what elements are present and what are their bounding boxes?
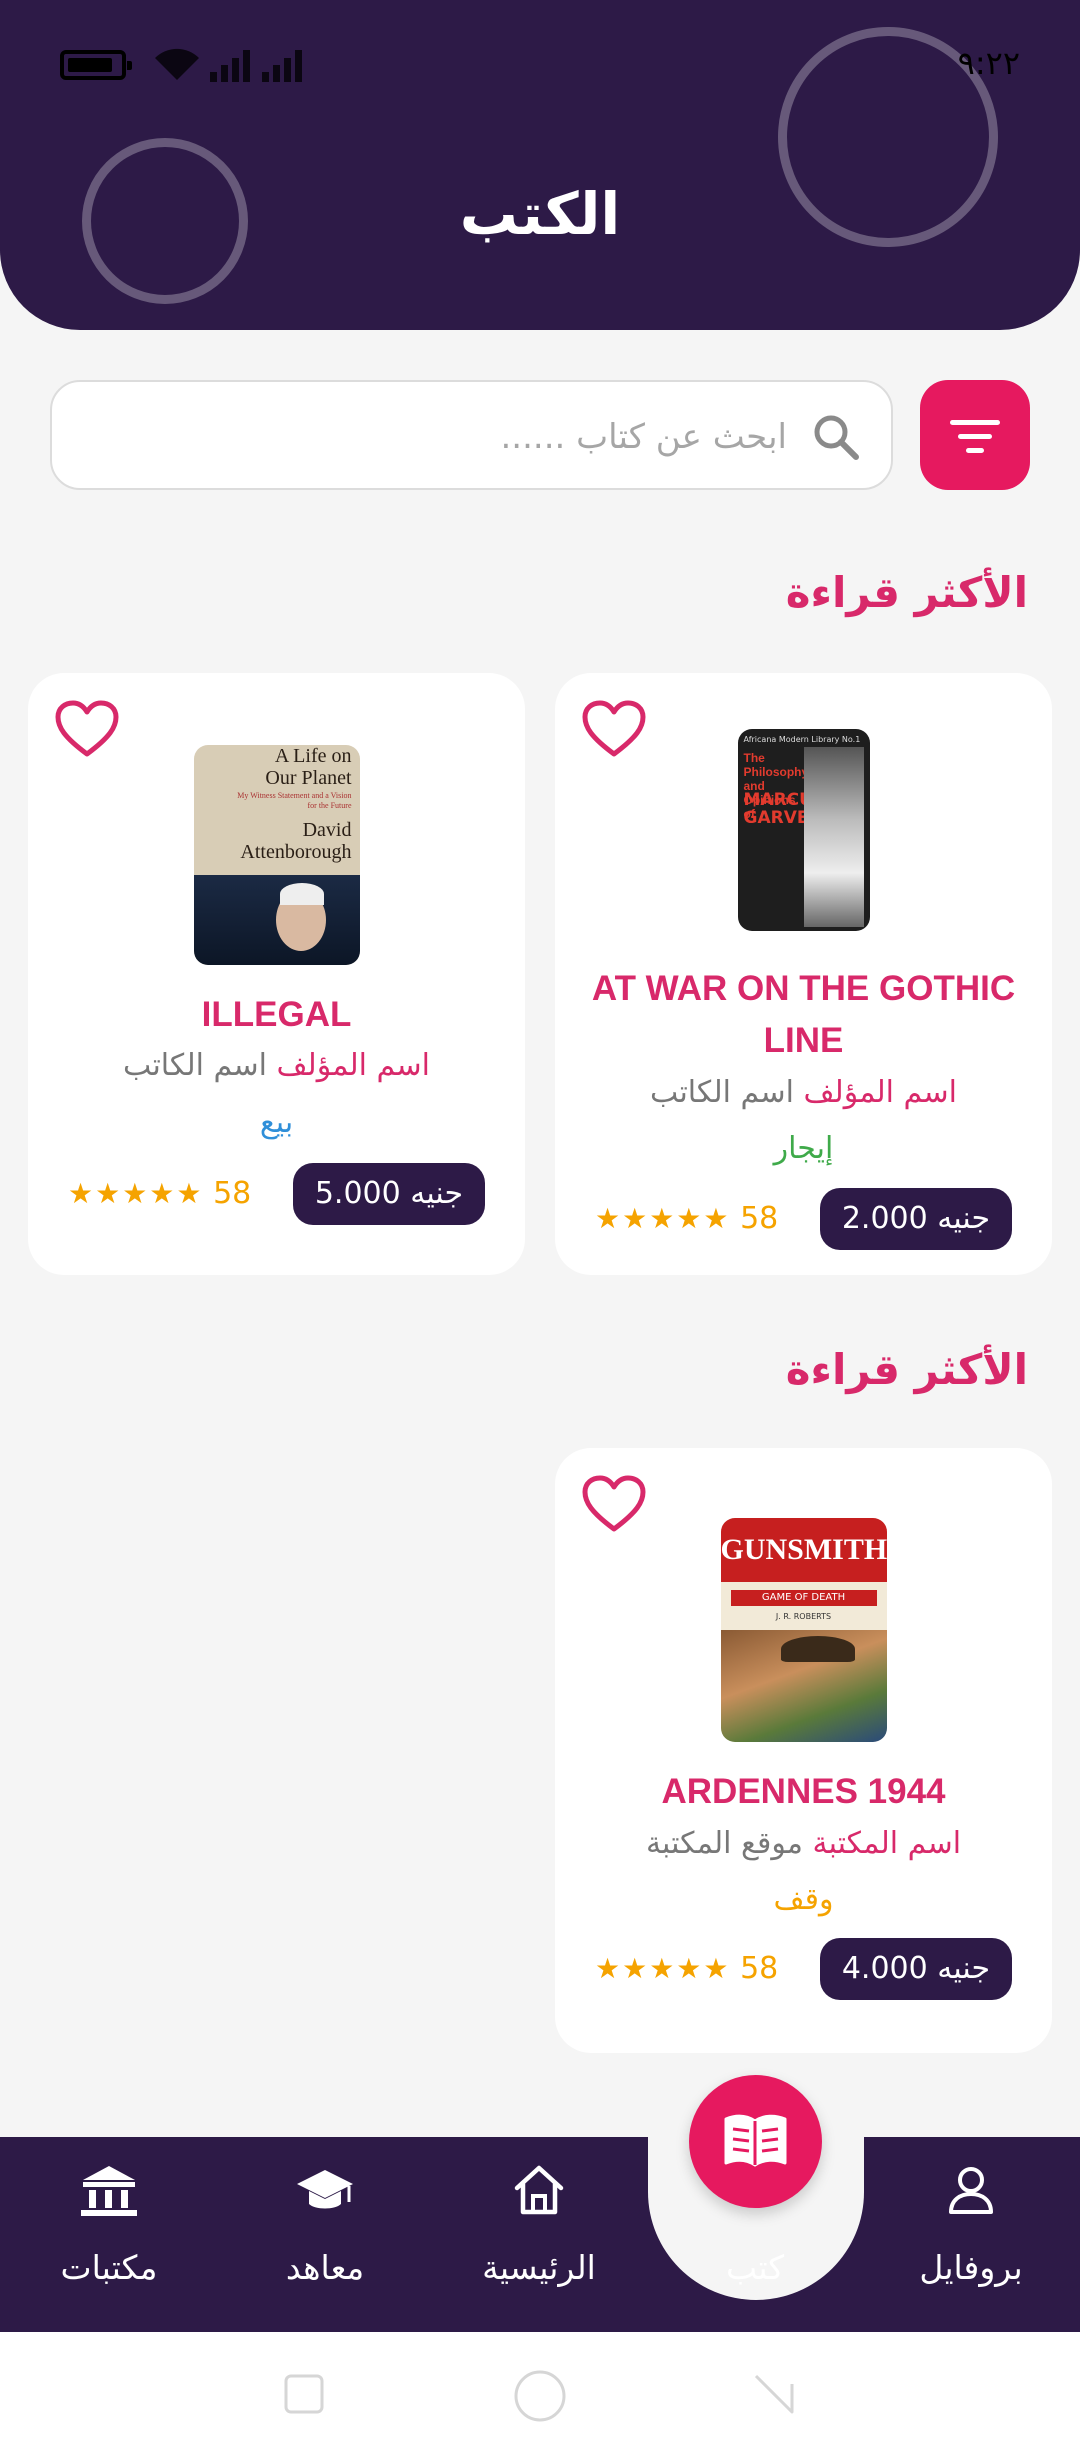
nav-label: كتب: [725, 2248, 785, 2287]
open-book-icon: [724, 2114, 787, 2167]
book-meta: اسم المكتبة موقع المكتبة: [565, 1826, 1042, 1861]
book-cover-image: Africana Modern Library No.1 The Philoso…: [737, 729, 870, 931]
rating: ★★★★★ 58: [595, 1938, 778, 2000]
rating: ★★★★★ 58: [68, 1163, 251, 1225]
price-badge: جنيه 2.000: [819, 1188, 1012, 1250]
deal-type: بيع: [259, 1105, 294, 1140]
rating-count: 58: [740, 1201, 779, 1236]
star-icons: ★★★★★: [595, 1202, 731, 1235]
book-cover-image: GUNSMITH GAME OF DEATH J. R. ROBERTS: [720, 1518, 887, 1742]
cover-portrait: [803, 747, 864, 927]
cover-photo: [193, 875, 360, 965]
star-icons: ★★★★★: [595, 1952, 731, 1985]
nav-spacer: [725, 2172, 785, 2220]
author-label: اسم المؤلف: [803, 1075, 958, 1110]
wifi-icon: [155, 48, 199, 80]
cover-text: David Attenborough: [240, 819, 351, 863]
nav-label: مكتبات: [60, 2248, 158, 2287]
search-input[interactable]: ابحث عن كتاب ......: [50, 380, 893, 490]
deal-type: وقف: [773, 1882, 834, 1917]
deal-type: إيجار: [773, 1131, 834, 1166]
status-time: ٩:٢٢: [957, 44, 1020, 82]
author-label: اسم المؤلف: [276, 1048, 431, 1083]
book-card[interactable]: Africana Modern Library No.1 The Philoso…: [555, 673, 1052, 1275]
cover-text: Attenborough: [240, 841, 352, 863]
cover-text: GAME OF DEATH: [730, 1590, 877, 1606]
filter-button[interactable]: [920, 380, 1030, 490]
nav-label: بروفايل: [919, 2248, 1023, 2287]
nav-item-libraries[interactable]: مكتبات: [14, 2160, 204, 2287]
page-title: الكتب: [459, 180, 621, 248]
book-card[interactable]: A Life on Our Planet My Witness Statemen…: [28, 673, 525, 1275]
book-title: AT WAR ON THE GOTHIC LINE: [591, 969, 1016, 1060]
signal-icon: [262, 48, 312, 82]
graduation-cap-icon: [297, 2170, 353, 2209]
section-title: الأكثر قراءة: [785, 1345, 1028, 1394]
battery-icon: [60, 50, 132, 80]
status-bar: ٩:٢٢: [60, 44, 1020, 84]
cover-text: Our Planet: [265, 767, 352, 789]
cover-text: A Life on Our Planet: [265, 745, 351, 789]
book-cover-image: A Life on Our Planet My Witness Statemen…: [193, 745, 360, 965]
cover-text: GUNSMITH: [720, 1518, 887, 1582]
star-icons: ★★★★★: [68, 1177, 204, 1210]
cover-text: A Life on: [274, 745, 352, 767]
author-name: اسم الكاتب: [122, 1048, 267, 1083]
book-meta: اسم المؤلف اسم الكاتب: [38, 1048, 515, 1083]
book-card[interactable]: GUNSMITH GAME OF DEATH J. R. ROBERTS ARD…: [555, 1448, 1052, 2053]
rating-count: 58: [740, 1951, 779, 1986]
cover-text: Africana Modern Library No.1: [743, 735, 861, 744]
price-badge: جنيه 5.000: [292, 1163, 485, 1225]
book-title: ILLEGAL: [201, 995, 352, 1034]
favorite-heart-icon[interactable]: [54, 699, 120, 759]
nav-item-home[interactable]: الرئيسية: [444, 2160, 634, 2287]
nav-label: الرئيسية: [482, 2248, 596, 2287]
bank-building-icon: [81, 2166, 137, 2216]
cover-text: MARCUS GARVEY: [743, 790, 826, 828]
library-label: اسم المكتبة: [812, 1826, 962, 1861]
nav-label: معاهد: [285, 2248, 365, 2287]
back-icon[interactable]: [752, 2372, 796, 2416]
favorite-heart-icon[interactable]: [581, 1474, 647, 1534]
user-icon: [949, 2167, 993, 2214]
signal-icon: [210, 48, 260, 82]
favorite-heart-icon[interactable]: [581, 699, 647, 759]
nav-item-institutes[interactable]: معاهد: [230, 2160, 420, 2287]
home-icon: [514, 2165, 564, 2215]
search-placeholder: ابحث عن كتاب ......: [500, 417, 788, 457]
system-navigation-bar: [0, 2332, 1080, 2460]
nav-item-profile[interactable]: بروفايل: [876, 2160, 1066, 2287]
cover-text: David: [302, 819, 352, 841]
book-title: ARDENNES 1944: [661, 1772, 946, 1811]
rating: ★★★★★ 58: [595, 1188, 778, 1250]
cover-text: My Witness Statement and a Vision for th…: [237, 791, 352, 810]
cover-illustration: [720, 1630, 887, 1742]
author-name: اسم الكاتب: [649, 1075, 794, 1110]
home-circle-icon[interactable]: [512, 2368, 568, 2424]
book-meta: اسم المؤلف اسم الكاتب: [565, 1075, 1042, 1110]
price-badge: جنيه 4.000: [819, 1938, 1012, 2000]
library-location: موقع المكتبة: [645, 1826, 803, 1861]
recent-apps-icon[interactable]: [282, 2372, 326, 2416]
nav-item-books[interactable]: كتب: [660, 2172, 850, 2287]
search-icon: [814, 415, 859, 460]
cover-text: J. R. ROBERTS: [775, 1612, 832, 1621]
section-title: الأكثر قراءة: [785, 568, 1028, 617]
rating-count: 58: [213, 1176, 252, 1211]
app-header: ٩:٢٢ الكتب: [0, 0, 1080, 330]
